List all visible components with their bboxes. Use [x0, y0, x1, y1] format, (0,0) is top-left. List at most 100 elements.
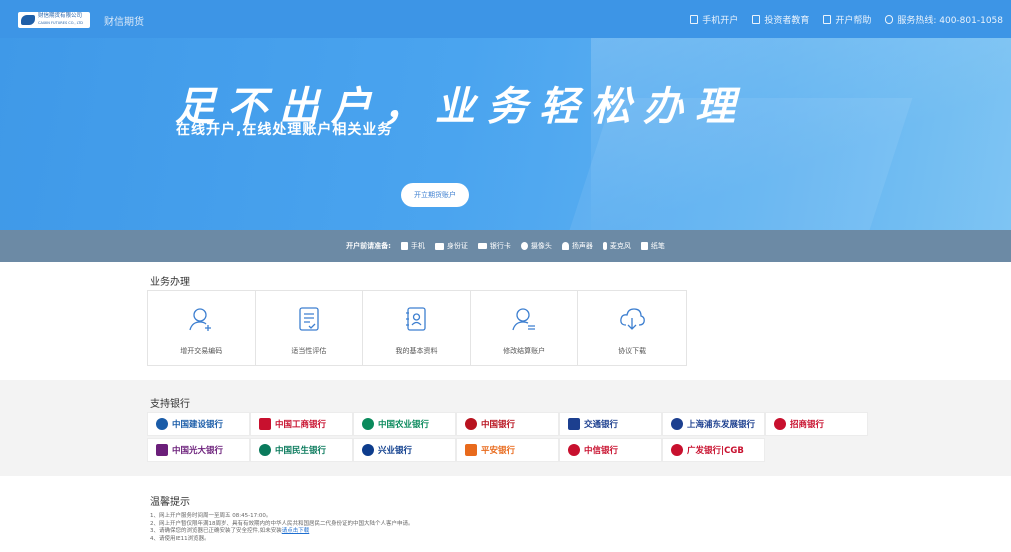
bank-name: 中国工商银行 [275, 420, 327, 430]
help-doc-icon [823, 15, 832, 24]
bank-name: 广发银行|CGB [687, 446, 744, 456]
requirement-item: 扬声器 [561, 241, 593, 251]
bank-logo-tile: 中国光大银行 [147, 438, 250, 462]
bank-logo-tile: 平安银行 [456, 438, 559, 462]
tips-title: 温馨提示 [150, 497, 190, 508]
requirement-item: 身份证 [434, 241, 468, 251]
requirement-item: 银行卡 [477, 241, 511, 251]
requirement-label: 身份证 [446, 242, 468, 250]
book-icon [752, 15, 761, 24]
requirement-item: 摄像头 [520, 241, 552, 251]
bank-logo-icon [259, 444, 271, 456]
tip-line: 4、请使用IE11浏览器。 [150, 535, 210, 542]
business-label: 协议下载 [618, 347, 647, 355]
bank-logo-tile: 中国工商银行 [250, 412, 353, 436]
bank-logo-tile: 兴业银行 [353, 438, 456, 462]
bank-logo-tile: 中国民生银行 [250, 438, 353, 462]
business-section-title: 业务办理 [150, 277, 190, 288]
nav-links: 手机开户 投资者教育 开户帮助 服务热线: 400-801-1058 [690, 13, 1003, 26]
logo-mark-icon [21, 15, 35, 25]
open-account-button[interactable]: 开立期货账户 [401, 183, 469, 207]
requirement-label: 扬声器 [571, 242, 593, 250]
bank-logo-tile: 招商银行 [765, 412, 868, 436]
bank-logo-icon [362, 418, 374, 430]
tip-text: 3、请确保您的浏览器已正确安装了安全控件,如未安装 [150, 528, 282, 534]
logo-subtext: CAIXIN FUTURES CO., LTD [38, 21, 83, 25]
hero-banner: 足不出户，业务轻松办理 在线开户,在线处理账户相关业务 开立期货账户 [0, 38, 1011, 230]
bank-logo-icon [568, 444, 580, 456]
nav-investor-education[interactable]: 投资者教育 [752, 13, 809, 26]
top-nav: 财信期货有限公司 CAIXIN FUTURES CO., LTD 财信期货 手机… [0, 0, 1011, 38]
bank-logo-tile: 中国建设银行 [147, 412, 250, 436]
bank-name: 平安银行 [481, 446, 516, 456]
bank-name: 上海浦东发展银行 [687, 420, 756, 430]
requirement-item: 纸笔 [640, 241, 665, 251]
bank-logo-icon [465, 418, 477, 430]
requirement-label: 摄像头 [530, 242, 552, 250]
bank-name: 中国建设银行 [172, 420, 224, 430]
id-card-icon [434, 242, 444, 250]
nav-label: 服务热线: 400-801-1058 [897, 16, 1003, 26]
requirement-item: 手机 [400, 241, 425, 251]
nav-mobile-open[interactable]: 手机开户 [690, 13, 738, 26]
profile-card-icon [406, 307, 427, 331]
business-basic-profile[interactable]: 我的基本资料 [363, 291, 471, 365]
business-label: 修改结算账户 [503, 347, 546, 355]
bank-name: 中国银行 [481, 420, 516, 430]
bank-logo-tile: 广发银行|CGB [662, 438, 765, 462]
microphone-icon [602, 242, 607, 250]
bank-logo-icon [671, 444, 683, 456]
business-agreement-download[interactable]: 协议下载 [578, 291, 686, 365]
download-control-link[interactable]: 请点击下载 [282, 528, 310, 534]
add-user-icon [189, 308, 212, 331]
bank-logo-icon [568, 418, 580, 430]
bank-card-icon [477, 243, 487, 249]
bank-name: 交通银行 [584, 420, 619, 430]
pen-paper-icon [640, 242, 648, 250]
requirements-bar: 开户前请准备: 手机 身份证 银行卡 摄像头 扬声器 麦克风 纸笔 [0, 230, 1011, 262]
nav-open-help[interactable]: 开户帮助 [823, 13, 871, 26]
business-add-trading-code[interactable]: 增开交易编码 [148, 291, 256, 365]
bank-name: 招商银行 [790, 420, 825, 430]
company-logo[interactable]: 财信期货有限公司 CAIXIN FUTURES CO., LTD [18, 12, 90, 28]
business-label: 适当性评估 [291, 347, 327, 355]
hero-subtitle: 在线开户,在线处理账户相关业务 [176, 122, 393, 138]
bank-logo-icon [156, 418, 168, 430]
bank-logo-tile: 交通银行 [559, 412, 662, 436]
bank-logo-icon [671, 418, 683, 430]
bank-logo-icon [259, 418, 271, 430]
bank-logo-icon [774, 418, 786, 430]
bank-grid: 中国建设银行 中国工商银行 中国农业银行 中国银行 交通银行 上海浦东发展银行 招商银行中国… [147, 412, 868, 462]
nav-label: 投资者教育 [764, 16, 810, 26]
bank-name: 中信银行 [584, 446, 619, 456]
nav-label: 开户帮助 [835, 16, 872, 26]
business-modify-settlement-account[interactable]: 修改结算账户 [471, 291, 579, 365]
nav-service-hotline[interactable]: 服务热线: 400-801-1058 [885, 13, 1003, 26]
bank-logo-icon [156, 444, 168, 456]
mobile-icon [400, 242, 408, 250]
edit-user-icon [512, 308, 536, 331]
requirement-label: 纸笔 [650, 242, 665, 250]
business-label: 增开交易编码 [180, 347, 223, 355]
bank-logo-icon [362, 444, 374, 456]
brand-label[interactable]: 财信期货 [104, 13, 144, 28]
requirements-label: 开户前请准备: [346, 242, 391, 250]
assessment-form-icon [299, 307, 319, 331]
business-grid: 增开交易编码 适当性评估 我的基本资料 修改结算账户 协议下载 [147, 290, 687, 366]
cloud-download-icon [620, 308, 646, 330]
requirement-label: 银行卡 [489, 242, 511, 250]
requirement-label: 麦克风 [609, 242, 631, 250]
tip-line: 1、网上开户服务时间周一至周五 08:45-17:00。 [150, 513, 272, 519]
bank-name: 中国光大银行 [172, 446, 224, 456]
bank-logo-tile: 上海浦东发展银行 [662, 412, 765, 436]
bank-logo-tile: 中国银行 [456, 412, 559, 436]
headphone-icon [561, 242, 569, 250]
nav-label: 手机开户 [702, 16, 739, 26]
bank-name: 中国农业银行 [378, 420, 430, 430]
mobile-icon [690, 15, 699, 24]
bank-logo-tile: 中国农业银行 [353, 412, 456, 436]
bank-logo-tile: 中信银行 [559, 438, 662, 462]
bank-logo-icon [465, 444, 477, 456]
business-suitability-assessment[interactable]: 适当性评估 [256, 291, 364, 365]
phone-icon [885, 15, 894, 24]
